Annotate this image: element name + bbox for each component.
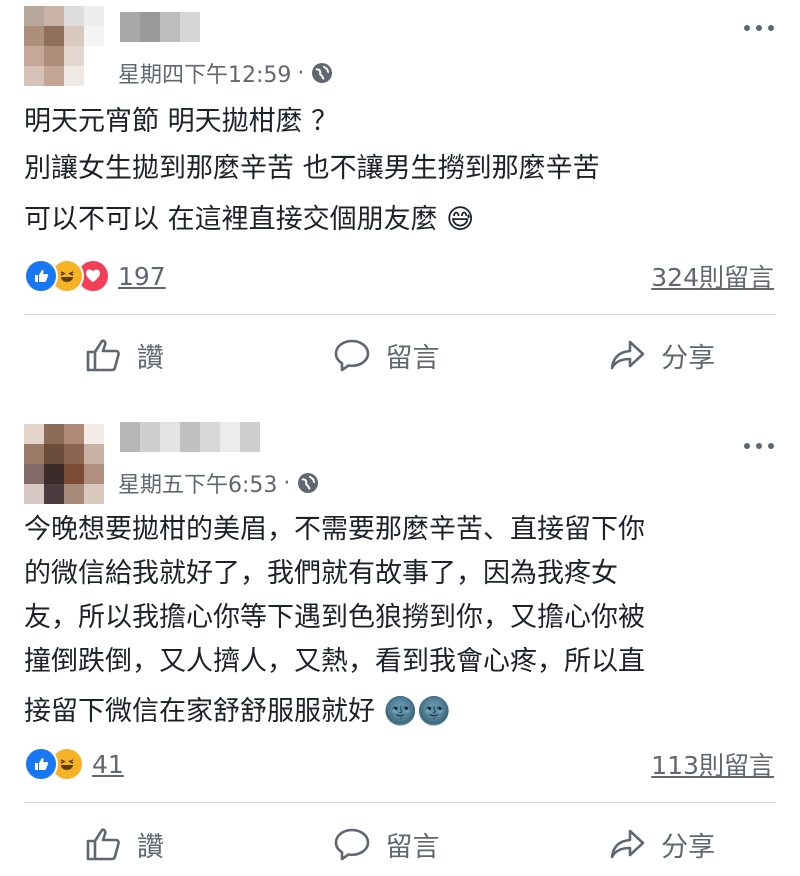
globe-icon bbox=[310, 61, 334, 85]
thumbs-up-icon bbox=[86, 828, 120, 861]
post-text: 明天元宵節 明天拋柑麼 ？ 別讓女生拋到那麼辛苦 也不讓男生撈到那麼辛苦 可以不… bbox=[24, 98, 776, 243]
action-bar: 讚 留言 分享 bbox=[0, 814, 800, 874]
post-text-line: 撞倒跌倒，又人擠人，又熱，看到我會心疼，所以直 bbox=[24, 646, 645, 677]
more-options-icon[interactable] bbox=[744, 22, 774, 34]
share-arrow-icon bbox=[610, 340, 645, 370]
globe-icon bbox=[296, 471, 320, 495]
reaction-count[interactable]: 197 bbox=[118, 262, 166, 291]
like-label: 讚 bbox=[136, 831, 164, 863]
like-icon bbox=[24, 747, 58, 781]
reactions-bar[interactable]: 41 bbox=[24, 746, 124, 782]
divider bbox=[24, 802, 776, 803]
avatar[interactable] bbox=[24, 424, 104, 504]
meta-separator: · bbox=[283, 470, 291, 496]
action-bar: 讚 留言 分享 bbox=[0, 325, 800, 385]
avatar[interactable] bbox=[24, 6, 104, 86]
comment-button[interactable]: 留言 bbox=[333, 825, 439, 864]
post-text-line: 接留下微信在家舒舒服服就好 🌚🌚 bbox=[24, 696, 451, 727]
like-label: 讚 bbox=[136, 342, 164, 374]
comment-button[interactable]: 留言 bbox=[333, 336, 439, 375]
share-button[interactable]: 分享 bbox=[609, 336, 715, 375]
share-button[interactable]: 分享 bbox=[609, 825, 715, 864]
post-text-line: 今晚想要拋柑的美眉，不需要那麼辛苦、直接留下你 bbox=[24, 514, 645, 545]
post-meta: 星期四下午12:59 · bbox=[118, 58, 334, 88]
post-text-line: 別讓女生拋到那麼辛苦 也不讓男生撈到那麼辛苦 bbox=[24, 153, 600, 184]
share-arrow-icon bbox=[610, 829, 645, 859]
author-name-blurred[interactable] bbox=[120, 12, 200, 42]
speech-bubble-icon bbox=[335, 339, 370, 372]
post-2: 星期五下午6:53 · 今晚想要拋柑的美眉，不需要那麼辛苦、直接留下你 的微信給… bbox=[0, 410, 800, 876]
more-options-icon[interactable] bbox=[744, 440, 774, 452]
timestamp[interactable]: 星期四下午12:59 bbox=[118, 57, 291, 89]
post-text-line: 友，所以我擔心你等下遇到色狼撈到你，又擔心你被 bbox=[24, 602, 645, 633]
reaction-count[interactable]: 41 bbox=[92, 750, 124, 779]
post-text-line: 明天元宵節 明天拋柑麼 ？ bbox=[24, 106, 339, 137]
like-icon bbox=[24, 259, 58, 293]
post-text-line: 的微信給我就好了，我們就有故事了，因為我疼女 bbox=[24, 558, 618, 589]
reactions-bar[interactable]: 197 bbox=[24, 258, 166, 294]
comment-count[interactable]: 113則留言 bbox=[651, 746, 774, 782]
like-button[interactable]: 讚 bbox=[85, 825, 164, 864]
share-label: 分享 bbox=[661, 831, 716, 863]
timestamp[interactable]: 星期五下午6:53 bbox=[118, 467, 277, 499]
divider bbox=[24, 314, 776, 315]
speech-bubble-icon bbox=[335, 828, 370, 861]
post-text: 今晚想要拋柑的美眉，不需要那麼辛苦、直接留下你 的微信給我就好了，我們就有故事了… bbox=[24, 508, 776, 734]
like-button[interactable]: 讚 bbox=[85, 336, 164, 375]
comment-count[interactable]: 324則留言 bbox=[651, 258, 774, 294]
author-name-blurred[interactable] bbox=[120, 422, 260, 452]
share-label: 分享 bbox=[661, 342, 716, 374]
thumbs-up-icon bbox=[86, 339, 120, 372]
post-meta: 星期五下午6:53 · bbox=[118, 468, 320, 498]
comment-label: 留言 bbox=[385, 831, 440, 863]
post-1: 星期四下午12:59 · 明天元宵節 明天拋柑麼 ？ 別讓女生拋到那麼辛苦 也不… bbox=[0, 0, 800, 410]
post-text-line: 可以不可以 在這裡直接交個朋友麼 😅 bbox=[24, 204, 475, 235]
comment-label: 留言 bbox=[385, 342, 440, 374]
meta-separator: · bbox=[297, 60, 305, 86]
